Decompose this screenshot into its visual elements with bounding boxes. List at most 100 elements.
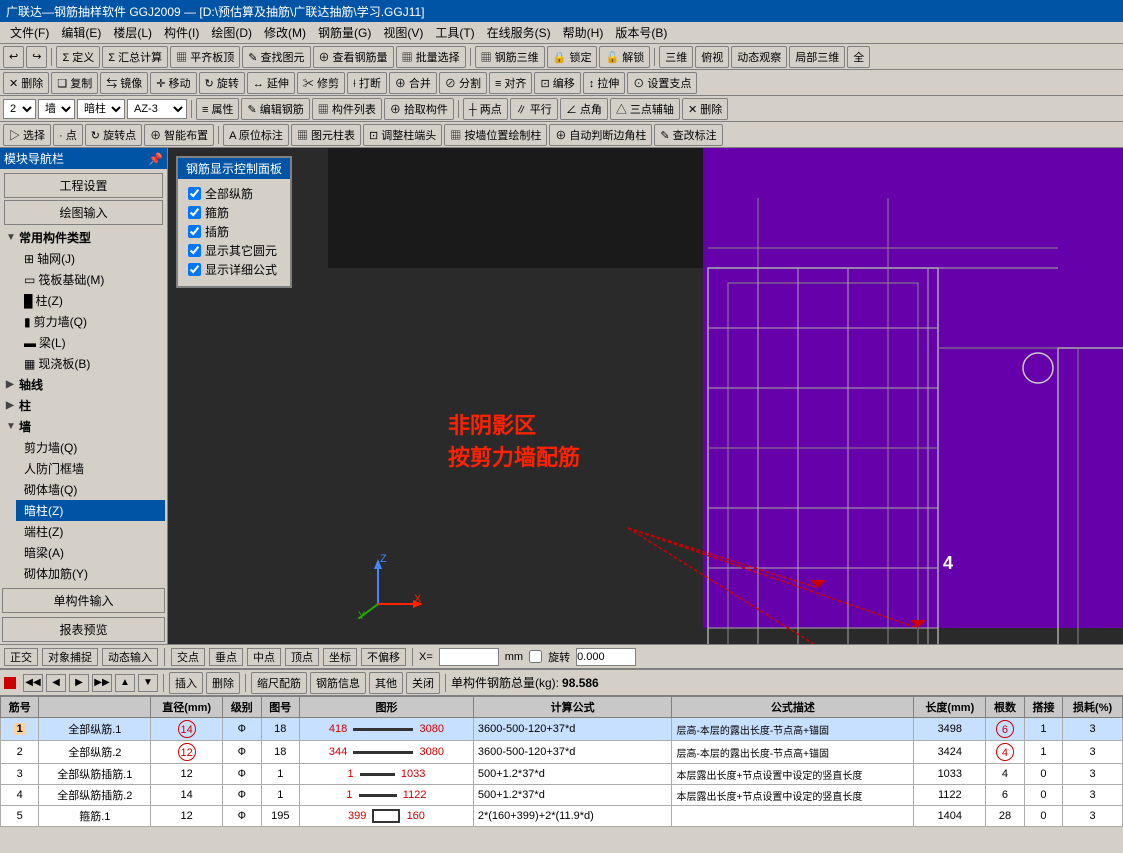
rebar-cb-other[interactable]: 显示其它圆元 [188, 242, 280, 259]
rebar-info-button[interactable]: 钢筋信息 [310, 672, 366, 694]
menu-rebar[interactable]: 钢筋量(G) [312, 22, 377, 43]
define-button[interactable]: Σ 定义 [56, 46, 100, 68]
nav-prev-button[interactable]: ◀ [46, 674, 66, 692]
in-place-label-button[interactable]: A 原位标注 [223, 124, 289, 146]
component-id-select[interactable]: AZ-3 [127, 99, 187, 119]
menu-version[interactable]: 版本号(B) [609, 22, 673, 43]
cb-other[interactable] [188, 244, 201, 257]
menu-view[interactable]: 视图(V) [377, 22, 429, 43]
menu-edit[interactable]: 编辑(E) [55, 22, 107, 43]
extend-button[interactable]: ↔ 延伸 [247, 72, 295, 94]
floor-plan-button[interactable]: ▦ 平齐板顶 [170, 46, 240, 68]
menu-modify[interactable]: 修改(M) [258, 22, 312, 43]
rotate-input[interactable] [576, 648, 636, 666]
pick-component-button[interactable]: ⊕ 拾取构件 [384, 98, 454, 120]
menu-floor[interactable]: 楼层(L) [107, 22, 158, 43]
sidebar-item-beam[interactable]: ▬ 梁(L) [16, 332, 165, 353]
split-button[interactable]: ⊘ 分割 [439, 72, 487, 94]
sidebar-group-col[interactable]: ▶ 柱 [2, 395, 165, 416]
lock-button[interactable]: 🔒 锁定 [547, 46, 598, 68]
point-tool-button[interactable]: · 点 [53, 124, 83, 146]
sidebar-item-floor-slab[interactable]: ▦ 现浇板(B) [16, 353, 165, 374]
midpoint-button[interactable]: 中点 [247, 648, 281, 666]
ortho-button[interactable]: 正交 [4, 648, 38, 666]
sidebar-group-axis[interactable]: ▶ 轴线 [2, 374, 165, 395]
stretch-button[interactable]: ↕ 拉伸 [583, 72, 626, 94]
check-drawing-button[interactable]: ✎ 查找图元 [242, 46, 310, 68]
no-offset-button[interactable]: 不偏移 [361, 648, 406, 666]
batch-select-button[interactable]: ▦ 批量选择 [396, 46, 466, 68]
align-button[interactable]: ≡ 对齐 [489, 72, 532, 94]
nav-first-button[interactable]: ◀◀ [23, 674, 43, 692]
offset-button[interactable]: ⊡ 编移 [534, 72, 580, 94]
nav-down-button[interactable]: ▼ [138, 674, 158, 692]
sidebar-report-preview-btn[interactable]: 报表预览 [2, 617, 165, 642]
column-table-button[interactable]: ▦ 图元柱表 [291, 124, 361, 146]
menu-draw[interactable]: 绘图(D) [205, 22, 258, 43]
unlock-button[interactable]: 🔓 解锁 [599, 46, 650, 68]
sidebar-group-common[interactable]: ▼ 常用构件类型 [2, 227, 165, 248]
adjust-end-button[interactable]: ⊡ 调整柱端头 [363, 124, 442, 146]
sidebar-drawing-input[interactable]: 绘图输入 [4, 200, 163, 225]
table-row[interactable]: 1 全部纵筋.1 14 Ф 18 418 3080 3600-500-120+3… [1, 718, 1123, 741]
parallel-axis-button[interactable]: ∥ 平行 [510, 98, 558, 120]
canvas-viewport[interactable]: 钢筋显示控制面板 全部纵筋 箍筋 插筋 显示其它圆元 [168, 148, 1123, 644]
x-input[interactable] [439, 648, 499, 666]
cb-stirrup[interactable] [188, 206, 201, 219]
move-button[interactable]: ✛ 移动 [150, 72, 196, 94]
sidebar-item-hidden-column[interactable]: 暗柱(Z) [16, 500, 165, 521]
property-button[interactable]: ≡ 属性 [196, 98, 239, 120]
top-view-button[interactable]: 俯视 [695, 46, 729, 68]
cb-insert[interactable] [188, 225, 201, 238]
local-3d-button[interactable]: 局部三维 [789, 46, 845, 68]
draw-by-wall-button[interactable]: ▦ 按墙位置绘制柱 [444, 124, 547, 146]
sidebar-group-door-window[interactable]: ▶ 门窗洞 [2, 584, 165, 586]
nav-next-button[interactable]: ▶ [69, 674, 89, 692]
dynamic-view-button[interactable]: 动态观察 [731, 46, 787, 68]
rotate-checkbox[interactable] [529, 650, 542, 663]
set-pivot-button[interactable]: ⊙ 设置支点 [627, 72, 697, 94]
sidebar-pin-icon[interactable]: 📌 [148, 152, 163, 166]
rotate-button[interactable]: ↻ 旋转 [199, 72, 245, 94]
copy-button[interactable]: ❑ 复制 [51, 72, 98, 94]
cb-all-vertical[interactable] [188, 187, 201, 200]
layer-select[interactable]: 2 [3, 99, 36, 119]
dynamic-input-button[interactable]: 动态输入 [102, 648, 158, 666]
sidebar-item-civil-defense-wall[interactable]: 人防门框墙 [16, 458, 165, 479]
menu-component[interactable]: 构件(I) [158, 22, 205, 43]
rebar-cb-all-vertical[interactable]: 全部纵筋 [188, 185, 280, 202]
two-point-axis-button[interactable]: ┼ 两点 [463, 98, 508, 120]
redo-button[interactable]: ↪ [26, 46, 47, 68]
rebar-insert-button[interactable]: 插入 [169, 672, 203, 694]
menu-file[interactable]: 文件(F) [4, 22, 55, 43]
sub-type-select[interactable]: 暗柱 [77, 99, 125, 119]
rotate-point-button[interactable]: ↻ 旋转点 [85, 124, 142, 146]
sidebar-item-axis[interactable]: ⊞ 轴网(J) [16, 248, 165, 269]
merge-button[interactable]: ⊕ 合并 [389, 72, 437, 94]
sidebar-item-shear-wall[interactable]: ▮ 剪力墙(Q) [16, 311, 165, 332]
endpoint-button[interactable]: 顶点 [285, 648, 319, 666]
calc-button[interactable]: Σ 汇总计算 [102, 46, 168, 68]
rebar-delete-button[interactable]: 删除 [206, 672, 240, 694]
object-snap-button[interactable]: 对象捕捉 [42, 648, 98, 666]
sidebar-engineering-settings[interactable]: 工程设置 [4, 173, 163, 198]
sidebar-group-wall[interactable]: ▼ 墙 [2, 416, 165, 437]
mirror-button[interactable]: ⇆ 镜像 [100, 72, 148, 94]
sidebar-item-column[interactable]: █ 柱(Z) [16, 290, 165, 311]
rebar-cb-stirrup[interactable]: 箍筋 [188, 204, 280, 221]
table-row[interactable]: 2 全部纵筋.2 12 Ф 18 344 3080 3600-500-120+3… [1, 741, 1123, 764]
sidebar-item-end-column[interactable]: 端柱(Z) [16, 521, 165, 542]
undo-button[interactable]: ↩ [3, 46, 24, 68]
component-type-select[interactable]: 墙 [38, 99, 75, 119]
check-rebar-button[interactable]: ⊕ 查看钢筋量 [313, 46, 394, 68]
rebar-3d-button[interactable]: ▦ 钢筋三维 [475, 46, 545, 68]
break-button[interactable]: ⟊ 打断 [347, 72, 387, 94]
trim-button[interactable]: ✂ 修剪 [297, 72, 345, 94]
coordinate-button[interactable]: 坐标 [323, 648, 357, 666]
edit-rebar-button[interactable]: ✎ 编辑钢筋 [241, 98, 309, 120]
select-tool-button[interactable]: ▷ 选择 [3, 124, 51, 146]
close-panel-button[interactable]: 关闭 [406, 672, 440, 694]
menu-online[interactable]: 在线服务(S) [481, 22, 557, 43]
rebar-cb-detail-formula[interactable]: 显示详细公式 [188, 261, 280, 278]
nav-last-button[interactable]: ▶▶ [92, 674, 112, 692]
